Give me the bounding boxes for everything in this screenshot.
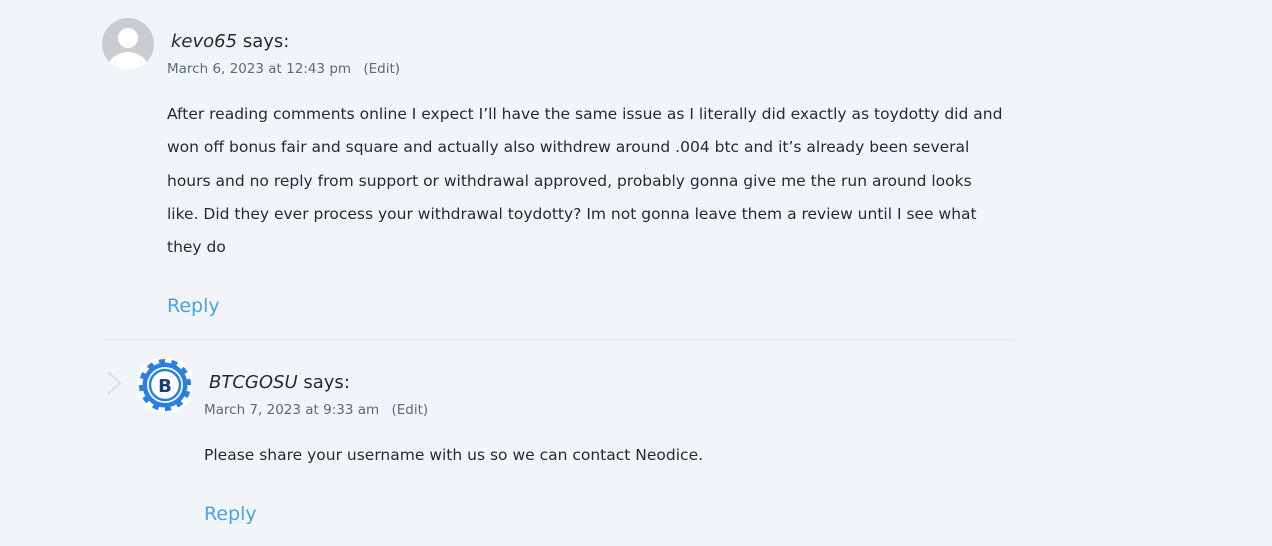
comment-meta: March 7, 2023 at 9:33 am (Edit) — [204, 402, 428, 418]
comment-text: After reading comments online I expect I… — [167, 105, 1003, 257]
edit-link[interactable]: (Edit) — [391, 402, 428, 418]
says-label: says: — [303, 372, 350, 393]
comment-author-line: kevo65 says: — [171, 31, 289, 52]
comment-date-link[interactable]: March 7, 2023 at 9:33 am — [204, 402, 379, 418]
comment-author: BTCGOSU — [209, 372, 298, 393]
edit-link[interactable]: (Edit) — [363, 61, 400, 77]
logo-letter: B — [158, 376, 172, 397]
divider — [102, 339, 1014, 340]
comment-text: Please share your username with us so we… — [204, 446, 704, 464]
bitcoin-chip-icon: B — [135, 355, 195, 415]
reply-button[interactable]: Reply — [204, 503, 257, 525]
comment-author-line: BTCGOSU says: — [209, 372, 350, 393]
avatar: B — [135, 355, 195, 415]
says-label: says: — [242, 31, 290, 52]
avatar — [102, 18, 154, 70]
comment-date-link[interactable]: March 6, 2023 at 12:43 pm — [167, 61, 351, 77]
chevron-right-icon — [107, 371, 122, 395]
user-icon — [108, 28, 148, 70]
comment-author: kevo65 — [171, 31, 238, 52]
comment-meta: March 6, 2023 at 12:43 pm (Edit) — [167, 61, 400, 77]
reply-button[interactable]: Reply — [167, 295, 220, 317]
